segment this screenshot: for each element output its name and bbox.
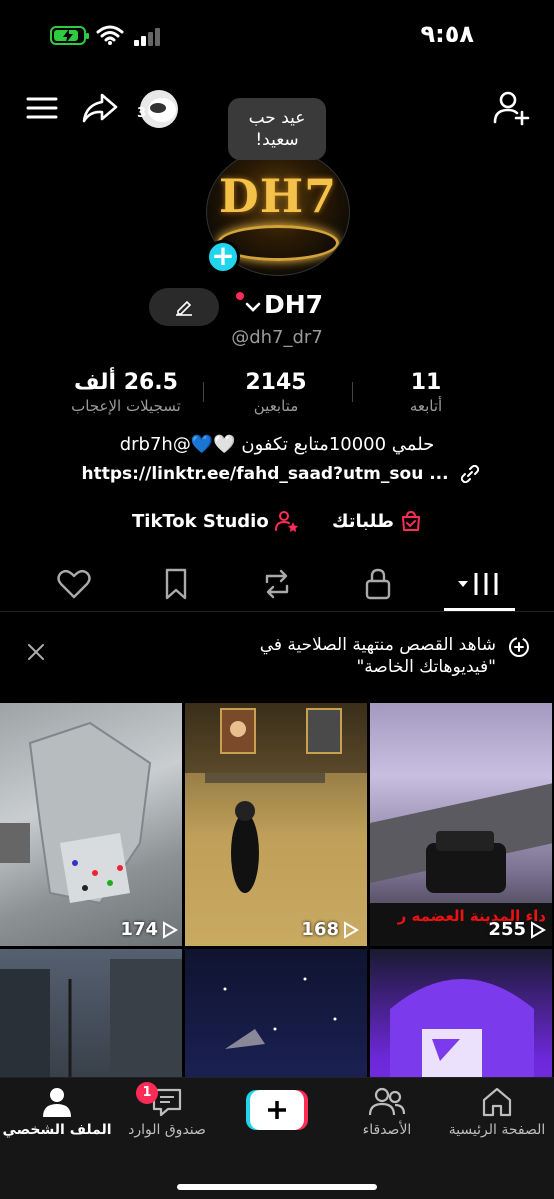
- username: @dh7_dr7: [231, 327, 323, 348]
- bottom-navigation: الصفحة الرئيسية الأصدقاء صندوق الوارد 1 …: [0, 1077, 554, 1199]
- nav-inbox[interactable]: صندوق الوارد: [112, 1086, 222, 1138]
- add-story-button[interactable]: +: [206, 240, 240, 274]
- pencil-icon: [176, 300, 192, 316]
- view-count: 174: [120, 919, 178, 940]
- nav-friends-label: الأصدقاء: [362, 1122, 412, 1138]
- view-count: 168: [301, 919, 359, 940]
- following-label: أتابعه: [409, 397, 443, 415]
- notification-dot: [236, 292, 244, 300]
- signal-icon: [134, 28, 160, 46]
- tab-liked[interactable]: [56, 566, 92, 602]
- tab-videos[interactable]: [456, 566, 502, 602]
- chevron-down-icon[interactable]: [244, 298, 262, 316]
- shopping-bag-check-icon: [401, 510, 420, 531]
- nav-home-label: الصفحة الرئيسية: [448, 1122, 546, 1138]
- view-count-text: 255: [488, 919, 526, 940]
- view-count: 255: [488, 919, 546, 940]
- following-count: 11: [410, 370, 442, 395]
- play-icon: [163, 920, 178, 939]
- add-friend-icon[interactable]: [492, 88, 532, 128]
- stat-followers[interactable]: 2145 متابعين: [196, 370, 356, 415]
- profile-bio: حلمي 10000متابع تكفون 🤍💙@drb7h: [119, 434, 435, 455]
- view-count-text: 174: [120, 919, 158, 940]
- likes-label: تسجيلات الإعجاب: [71, 397, 181, 415]
- tab-favorites[interactable]: [158, 566, 194, 602]
- home-indicator[interactable]: [177, 1184, 377, 1190]
- profile-link[interactable]: https://linktr.ee/fahd_saad?utm_sou ...: [60, 464, 500, 484]
- close-icon[interactable]: [24, 640, 48, 664]
- status-bubble[interactable]: عيد حب سعيد!: [228, 98, 326, 160]
- status-bubble-line2: سعيد!: [255, 130, 299, 150]
- video-thumbnail[interactable]: 168: [185, 703, 367, 946]
- tab-private[interactable]: [360, 566, 396, 602]
- studio-person-star-icon: [274, 511, 298, 532]
- nav-profile[interactable]: الملف الشخصي: [2, 1086, 112, 1138]
- likes-count: 26.5 ألف: [74, 370, 178, 395]
- story-add-icon: [509, 637, 529, 657]
- friends-icon: [368, 1087, 406, 1116]
- video-thumbnail[interactable]: 174: [0, 703, 182, 946]
- avatar-logo-text: DH7: [218, 169, 338, 223]
- home-icon: [482, 1087, 512, 1117]
- nav-friends[interactable]: الأصدقاء: [332, 1086, 442, 1138]
- orders-button[interactable]: طلباتك: [332, 510, 422, 532]
- edit-profile-button[interactable]: [149, 288, 219, 326]
- share-icon[interactable]: [80, 88, 120, 128]
- menu-icon[interactable]: [22, 88, 62, 128]
- profile-icon: [43, 1088, 71, 1117]
- status-time: ٩:٥٨: [420, 20, 474, 48]
- profile-link-text: https://linktr.ee/fahd_saad?utm_sou ...: [81, 464, 449, 484]
- tab-reposts[interactable]: [259, 566, 295, 602]
- tab-divider: [0, 611, 554, 612]
- view-count-text: 168: [301, 919, 339, 940]
- nav-inbox-label: صندوق الوارد: [128, 1122, 206, 1138]
- tiktok-studio-button[interactable]: TikTok Studio: [132, 510, 299, 532]
- video-thumbnail[interactable]: داء المدينة العضمه ر 255: [370, 703, 552, 946]
- followers-count: 2145: [245, 370, 307, 395]
- status-bubble-line1: عيد حب: [248, 108, 306, 128]
- create-video-button[interactable]: [246, 1090, 308, 1130]
- play-icon: [344, 920, 359, 939]
- followers-label: متابعين: [253, 397, 299, 415]
- orders-label: طلباتك: [332, 510, 394, 532]
- wifi-icon: [96, 25, 124, 45]
- display-name[interactable]: DH7: [264, 290, 323, 319]
- expired-stories-banner-text[interactable]: شاهد القصص منتهية الصلاحية في "فيديوهاتك…: [190, 634, 496, 678]
- link-icon: [460, 465, 479, 483]
- inbox-badge: 1: [136, 1082, 158, 1104]
- battery-icon: [50, 26, 89, 45]
- stat-likes[interactable]: 26.5 ألف تسجيلات الإعجاب: [46, 370, 206, 415]
- nav-profile-label: الملف الشخصي: [2, 1122, 112, 1138]
- tiktok-studio-label: TikTok Studio: [132, 510, 269, 532]
- stat-following[interactable]: 11 أتابعه: [346, 370, 506, 415]
- nav-home[interactable]: الصفحة الرئيسية: [442, 1086, 552, 1138]
- profile-viewers-count: 3: [137, 106, 147, 121]
- play-icon: [531, 920, 546, 939]
- tiktok-profile-screen: ٩:٥٨ 3 DH7 + عيد حب سعيد! DH7 @dh7_dr7 2…: [0, 0, 554, 1199]
